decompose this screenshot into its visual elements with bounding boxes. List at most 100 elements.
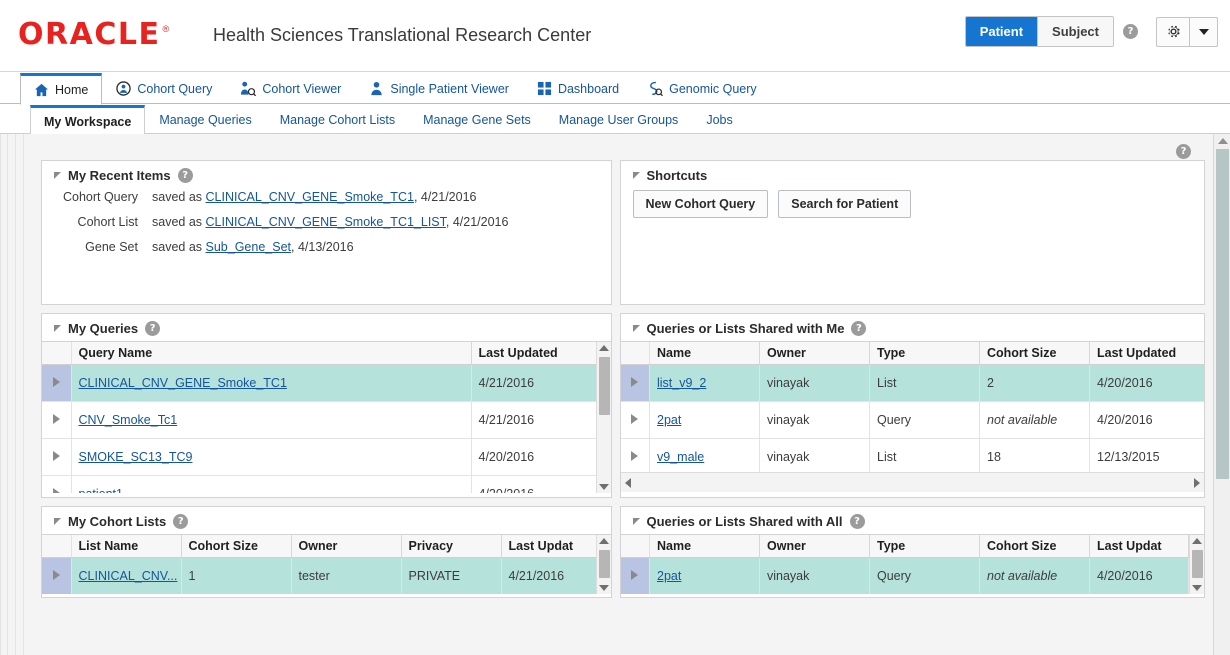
search-for-patient-button[interactable]: Search for Patient xyxy=(778,190,912,218)
table-row[interactable]: v9_male vinayak List 18 12/13/2015 xyxy=(620,438,1204,472)
table-row[interactable]: CLINICAL_CNV_GENE_Smoke_TC1 4/21/2016 xyxy=(42,364,611,402)
subtab-manage-queries[interactable]: Manage Queries xyxy=(145,105,265,134)
tab-cohort-query[interactable]: Cohort Query xyxy=(102,73,226,104)
name-link[interactable]: v9_male xyxy=(657,450,704,464)
column-header-cohort-size[interactable]: Cohort Size xyxy=(181,535,292,558)
settings-split-button[interactable] xyxy=(1156,16,1218,47)
subtab-manage-cohort-lists[interactable]: Manage Cohort Lists xyxy=(266,105,409,134)
column-header-name[interactable]: Name xyxy=(649,342,760,365)
column-header-query-name[interactable]: Query Name xyxy=(71,342,472,365)
table-row[interactable]: patient1 4/20/2016 xyxy=(42,475,611,493)
page-scrollbar[interactable] xyxy=(1213,134,1230,655)
row-expander[interactable] xyxy=(620,401,650,439)
subtab-manage-user-groups[interactable]: Manage User Groups xyxy=(545,105,693,134)
tab-dashboard[interactable]: Dashboard xyxy=(523,73,633,104)
collapse-triangle-icon[interactable] xyxy=(632,172,640,179)
scrollbar-thumb[interactable] xyxy=(598,550,610,578)
help-icon[interactable]: ? xyxy=(849,514,865,529)
column-header-owner[interactable]: Owner xyxy=(291,535,402,558)
table-row[interactable]: list_v9_2 vinayak List 2 4/20/2016 xyxy=(620,364,1204,402)
column-header-last-updated[interactable]: Last Updat xyxy=(501,535,611,558)
row-expander[interactable] xyxy=(620,364,650,402)
row-expander[interactable] xyxy=(42,475,72,493)
query-name-link[interactable]: CNV_Smoke_Tc1 xyxy=(79,413,178,427)
recent-item-link[interactable]: CLINICAL_CNV_GENE_Smoke_TC1_LIST xyxy=(206,215,446,229)
column-header-last-updated[interactable]: Last Updat xyxy=(1089,535,1189,558)
row-expander[interactable] xyxy=(42,401,72,439)
help-icon[interactable]: ? xyxy=(145,321,161,336)
query-name-link[interactable]: SMOKE_SC13_TC9 xyxy=(79,450,193,464)
subtab-manage-gene-sets[interactable]: Manage Gene Sets xyxy=(409,105,545,134)
help-icon[interactable]: ? xyxy=(851,321,867,336)
row-expander[interactable] xyxy=(42,364,72,402)
patient-subject-toggle[interactable]: Patient Subject xyxy=(964,16,1114,47)
query-name-link[interactable]: patient1 xyxy=(79,487,123,493)
collapse-triangle-icon[interactable] xyxy=(54,518,61,525)
column-header-name[interactable]: Name xyxy=(649,535,760,558)
name-link[interactable]: 2pat xyxy=(657,413,681,427)
column-header-privacy[interactable]: Privacy xyxy=(401,535,502,558)
vertical-scrollbar[interactable] xyxy=(595,342,611,493)
recent-item-link[interactable]: Sub_Gene_Set xyxy=(206,240,292,254)
scroll-left-icon[interactable] xyxy=(624,477,631,488)
column-header-owner[interactable]: Owner xyxy=(759,342,870,365)
new-cohort-query-button[interactable]: New Cohort Query xyxy=(632,190,769,218)
column-header-list-name[interactable]: List Name xyxy=(71,535,182,558)
scroll-up-icon[interactable] xyxy=(598,538,609,544)
collapse-triangle-icon[interactable] xyxy=(54,325,61,332)
column-header-last-updated[interactable]: Last Updated xyxy=(471,342,611,365)
page-scrollbar-thumb[interactable] xyxy=(1216,149,1229,479)
gear-icon[interactable] xyxy=(1157,17,1190,46)
name-link[interactable]: 2pat xyxy=(657,569,681,583)
settings-dropdown-caret[interactable] xyxy=(1190,18,1217,46)
help-icon[interactable]: ? xyxy=(173,514,189,529)
subtab-jobs[interactable]: Jobs xyxy=(692,105,746,134)
scrollbar-thumb[interactable] xyxy=(598,357,610,415)
list-name-link[interactable]: CLINICAL_CNV... xyxy=(79,569,178,583)
column-header-owner[interactable]: Owner xyxy=(759,535,870,558)
scroll-down-icon[interactable] xyxy=(1191,585,1202,591)
scroll-down-icon[interactable] xyxy=(598,484,609,490)
query-name-link[interactable]: CLINICAL_CNV_GENE_Smoke_TC1 xyxy=(79,376,287,390)
tab-home[interactable]: Home xyxy=(20,73,103,105)
table-row[interactable]: 2pat vinayak Query not available 4/20/20… xyxy=(620,401,1204,439)
horizontal-scrollbar[interactable] xyxy=(620,472,1204,492)
subtab-my-workspace[interactable]: My Workspace xyxy=(30,105,146,135)
scroll-up-icon[interactable] xyxy=(1218,138,1228,144)
name-link[interactable]: list_v9_2 xyxy=(657,376,706,390)
toggle-option-subject[interactable]: Subject xyxy=(1038,17,1113,46)
column-header-type[interactable]: Type xyxy=(869,535,980,558)
scrollbar-track[interactable] xyxy=(636,477,1189,488)
scrollbar-thumb[interactable] xyxy=(1191,550,1203,578)
collapse-triangle-icon[interactable] xyxy=(632,325,640,332)
tab-cohort-viewer[interactable]: Cohort Viewer xyxy=(226,73,355,104)
row-expander[interactable] xyxy=(620,438,650,472)
page-help-icon[interactable]: ? xyxy=(1176,144,1191,159)
table-row[interactable]: CNV_Smoke_Tc1 4/21/2016 xyxy=(42,401,611,439)
row-expander[interactable] xyxy=(620,557,650,594)
vertical-scrollbar[interactable] xyxy=(1188,535,1204,594)
tab-single-patient-viewer[interactable]: Single Patient Viewer xyxy=(355,73,523,104)
table-row[interactable]: CLINICAL_CNV... 1 tester PRIVATE 4/21/20… xyxy=(42,557,611,594)
help-icon[interactable]: ? xyxy=(177,168,193,183)
column-header-cohort-size[interactable]: Cohort Size xyxy=(979,535,1090,558)
row-expander[interactable] xyxy=(42,557,72,594)
scroll-right-icon[interactable] xyxy=(1193,477,1200,488)
column-header-cohort-size[interactable]: Cohort Size xyxy=(979,342,1090,365)
tab-genomic-query[interactable]: Genomic Query xyxy=(633,73,771,104)
collapse-triangle-icon[interactable] xyxy=(54,172,61,179)
collapse-triangle-icon[interactable] xyxy=(632,518,640,525)
toggle-option-patient[interactable]: Patient xyxy=(965,17,1039,46)
table-row[interactable]: 2pat vinayak Query not available 4/20/20… xyxy=(620,557,1189,594)
column-header-last-updated[interactable]: Last Updated xyxy=(1089,342,1204,365)
row-expander[interactable] xyxy=(42,438,72,476)
vertical-scrollbar[interactable] xyxy=(595,535,611,594)
column-header-type[interactable]: Type xyxy=(869,342,980,365)
scroll-up-icon[interactable] xyxy=(598,345,609,351)
table-row[interactable]: SMOKE_SC13_TC9 4/20/2016 xyxy=(42,438,611,476)
recent-item-link[interactable]: CLINICAL_CNV_GENE_Smoke_TC1 xyxy=(206,190,414,204)
scroll-up-icon[interactable] xyxy=(1191,538,1202,544)
scroll-down-icon[interactable] xyxy=(598,585,609,591)
help-icon[interactable]: ? xyxy=(1123,24,1138,39)
tab-dashboard-label: Dashboard xyxy=(557,81,620,96)
